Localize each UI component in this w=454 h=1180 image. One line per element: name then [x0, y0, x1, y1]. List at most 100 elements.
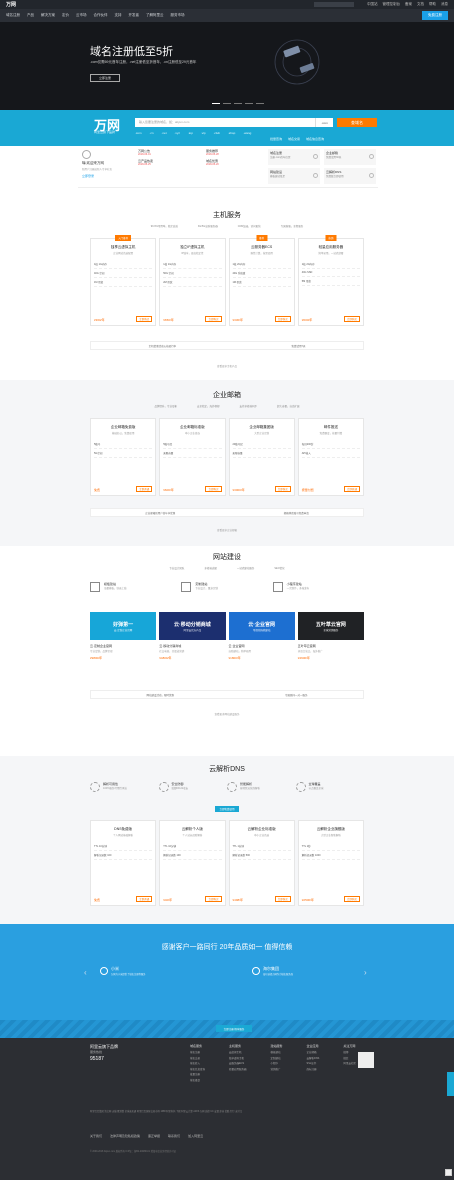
domain-search-input[interactable]: 输入您要注册的域名，如：aliyun.com [135, 118, 315, 127]
news-item[interactable]: 域名优惠 2018-05-20 [206, 159, 268, 166]
product-card[interactable]: 企业邮箱免费版 基础办公，免费使用 5账号 5G空间 免费 立即开通 [90, 418, 157, 496]
top-search-input[interactable] [314, 2, 354, 7]
whois-link[interactable]: 域名信息查询 [306, 137, 324, 141]
nav-item[interactable]: 开发者 [129, 13, 140, 18]
news-item[interactable]: 云产品热卖 2018-05-25 [138, 159, 200, 166]
buy-button[interactable]: 立即开通 [343, 486, 360, 492]
hero-banner[interactable]: 域名注册低至5折 .com仅需69元首年注册，.net注册低至折首年，.cn注册… [0, 22, 454, 110]
buy-button[interactable]: 立即购买 [274, 486, 291, 492]
more-mail-link[interactable]: 查看更多企业邮箱 [0, 528, 454, 532]
top-link-icp[interactable]: 备案 [405, 2, 412, 7]
web-type-item[interactable]: 模板建站 海量模板，快速上线 [90, 582, 181, 592]
section-title: 主机服务 [213, 212, 241, 219]
back-to-top-button[interactable] [445, 1169, 452, 1176]
web-item[interactable]: 云·企业官网 自助建站，简单易用 ¥1800/年 [229, 644, 295, 660]
tld-option[interactable]: .net [162, 131, 167, 135]
hero-register-button[interactable]: 立即注册 [90, 74, 120, 82]
tld-option[interactable]: .cn [150, 131, 154, 135]
register-button[interactable]: 免费注册 [422, 11, 448, 20]
web-item[interactable]: 五叶草云官网 多语言站点，海外推广 ¥4600/年 [298, 644, 364, 660]
tld-option[interactable]: .com [135, 131, 142, 135]
user-box: 嗨,欢迎来万网 新用户注册送新人专享礼包 立即登录 [82, 150, 134, 184]
customer-logo[interactable]: 海尔集团 海尔选择万网作为域名服务商 [252, 966, 293, 976]
buy-button[interactable]: 立即购买 [343, 896, 360, 902]
buy-button[interactable]: 立即购买 [205, 316, 222, 322]
nav-item[interactable]: 服务市场 [171, 13, 185, 18]
domain-trade-link[interactable]: 域名交易 [288, 137, 300, 141]
nav-item[interactable]: 合作伙伴 [94, 13, 108, 18]
top-link-help[interactable]: 帮助 [429, 2, 436, 7]
section-title: 云解析DNS [209, 766, 245, 773]
top-link-messages[interactable]: 消息 [441, 2, 448, 7]
qr-code-icon [358, 1052, 374, 1068]
nav-item[interactable]: 解决方案 [41, 13, 55, 18]
product-card[interactable]: 云解析个人版 个人站长进阶解析 TTL 10分钟 解析记录数 100 ¥40/年 立即购买 [159, 820, 226, 906]
web-item[interactable]: 云·移动分销商城 社交电商，全渠道营销 ¥4800/年 [159, 644, 225, 660]
top-link-docs[interactable]: 文档 [417, 2, 424, 7]
hotline: 95187 [90, 1056, 104, 1062]
tld-option[interactable]: .club [214, 131, 220, 135]
domain-search-button[interactable]: 查域名 [337, 118, 377, 127]
web-item[interactable]: 云·定制企业官网 专业定制，品牌呈现 ¥9800/年 [90, 644, 156, 660]
buy-button[interactable]: 立即购买 [136, 316, 153, 322]
news-item[interactable]: 万网公告 2018-06-01 [138, 149, 200, 156]
product-card[interactable]: 独立IP虚拟主机 IP独享，更高稳定性 1核 1G内存 50G 空间 2M 带宽 ¥650… [159, 238, 226, 326]
web-banner[interactable]: 五叶草云官网 全球营销服务 [297, 612, 364, 640]
promo-item[interactable]: 域名注册 注册.com首年仅需 [268, 149, 320, 165]
product-card[interactable]: 云解析企业旗舰版 大型企业智能解析 TTL 1秒 解析记录数 1000 ¥2500/年立… [297, 820, 364, 906]
nav-item[interactable]: 定价 [62, 13, 69, 18]
promo-item[interactable]: 云解析DNS 免费版立即使用 [324, 168, 376, 184]
tld-option[interactable]: .top [188, 131, 193, 135]
buy-button[interactable]: 立即购买 [274, 896, 291, 902]
web-banner[interactable]: 云·移动分销商城 阿里云官方产品 [159, 612, 226, 640]
tld-option[interactable]: .shop [228, 131, 235, 135]
product-card[interactable]: 入门推荐 独享云虚拟主机 企业网站首选配置 1核 1G内存 40G 空间 1M 带宽 ¥36… [90, 235, 157, 326]
nav-item[interactable]: 了解阿里云 [146, 13, 164, 18]
buy-button[interactable]: 立即购买 [205, 486, 222, 492]
dns-free-button[interactable]: 立即免费使用 [215, 806, 239, 812]
footer-contact: 阿里云旗下品牌 服务热线 95187 [90, 1044, 118, 1062]
top-link-region[interactable]: 中国站 [367, 2, 378, 7]
carousel-dots[interactable] [212, 103, 264, 104]
product-card[interactable]: 企业邮箱标准版 中小企业首选 5账号起 无限容量 ¥600/年 立即购买 [159, 418, 226, 496]
top-link-console[interactable]: 管理控制台 [383, 2, 401, 7]
more-host-link[interactable]: 查看更多主机产品 [0, 364, 454, 368]
promo-item[interactable]: 企业邮箱 免费试用30天 [324, 149, 376, 165]
buy-button[interactable]: 立即开通 [136, 486, 153, 492]
web-banner[interactable]: 好弹第一 云·定制企业官网 [90, 612, 157, 640]
chevron-right-icon[interactable]: › [364, 968, 367, 977]
product-card[interactable]: 推荐 云服务器ECS 弹性计算，按需使用 1核 2G内存 40G 系统盘 1M 带宽 ¥33… [228, 235, 295, 326]
tld-option[interactable]: .wang [243, 131, 251, 135]
more-web-link[interactable]: 查看更多网站建设服务 [0, 712, 454, 716]
login-link[interactable]: 立即登录 [82, 174, 134, 178]
buy-button[interactable]: 立即购买 [274, 316, 291, 322]
product-card[interactable]: 云解析企业标准版 中小企业首选 TTL 1分钟 解析记录数 500 ¥498/年 立即购买 [228, 820, 295, 906]
site-logo[interactable]: 万网 [6, 1, 16, 8]
domain-suffix-select[interactable]: .com [315, 118, 333, 127]
nav-item[interactable]: 支持 [115, 13, 122, 18]
customer-banner-title: 感谢客户一路同行 20年品质如一 值得信赖 [161, 944, 293, 951]
web-banner[interactable]: 云·企业官网 可视化拖拽建站 [228, 612, 295, 640]
buy-button[interactable]: 立即开通 [136, 896, 153, 902]
tld-option[interactable]: .vip [201, 131, 206, 135]
promo-item[interactable]: 网站建设 模板建站低至 [268, 168, 320, 184]
nav-item[interactable]: 域名注册 [6, 13, 20, 18]
group-links[interactable]: 阿里巴巴集团 淘宝网 天猫 聚划算 全球速卖通 阿里巴巴国际交易市场 1688 … [90, 1110, 370, 1115]
web-type-item[interactable]: 定制建站 专业设计，量身定制 [181, 582, 272, 592]
web-type-item[interactable]: 小程序建站 一次制作，多端发布 [272, 582, 364, 592]
news-item[interactable]: 服务推荐 2018-05-28 [206, 149, 268, 156]
product-card[interactable]: 邮件推送 免费额度，按量付费 每日200封 API接入 按量付费 立即开通 [297, 418, 364, 496]
chevron-left-icon[interactable]: ‹ [84, 968, 87, 977]
product-card[interactable]: 热销 轻量应用服务器 简单易用，一站式部署 1核 2G内存 40G SSD 5M 带宽 ¥6… [297, 235, 364, 326]
batch-query-link[interactable]: 批量查询 [270, 137, 282, 141]
product-card[interactable]: DNS免费版 个人网站基础解析 TTL 10分钟 解析记录数 100 免费 立即开通 [90, 820, 157, 906]
product-card[interactable]: 企业邮箱集团版 大型企业定制 20账号起 无限容量 ¥3000/年 立即购买 [228, 418, 295, 496]
side-consult-tab[interactable] [447, 1072, 454, 1096]
nav-item[interactable]: 产品 [27, 13, 34, 18]
nav-item[interactable]: 云市场 [76, 13, 87, 18]
buy-button[interactable]: 立即购买 [205, 896, 222, 902]
customer-logo[interactable]: 小米 万网为小米提供了域名注册等服务 [100, 966, 145, 976]
tld-option[interactable]: .xyz [175, 131, 180, 135]
buy-button[interactable]: 立即购买 [343, 316, 360, 322]
cta-register-button[interactable]: 立即注册 畅享服务 [216, 1025, 252, 1032]
